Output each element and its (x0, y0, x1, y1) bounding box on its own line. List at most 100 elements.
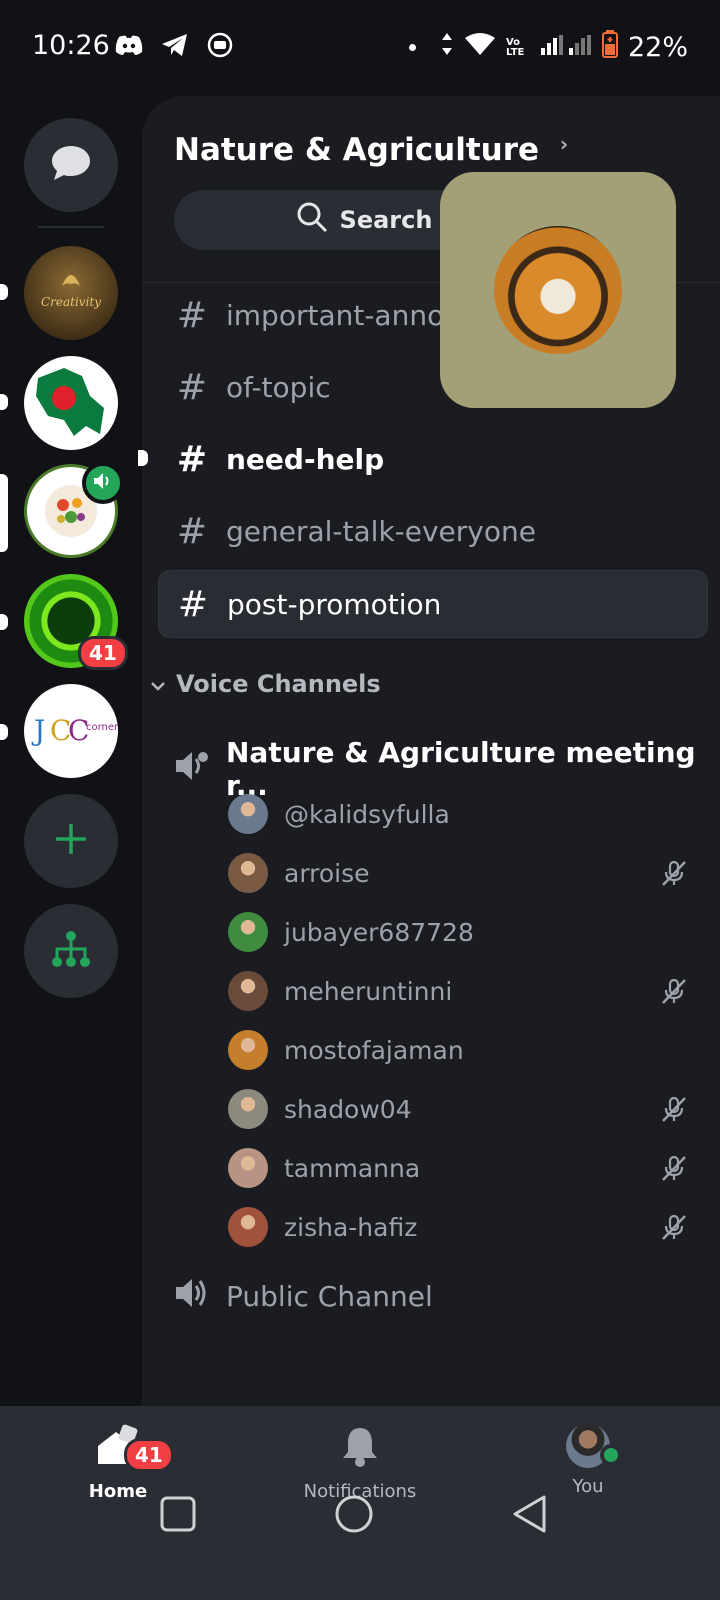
channel-name: important-anno (226, 298, 445, 332)
hash-icon: # (177, 583, 209, 625)
channel-post-promotion[interactable]: # post-promotion (158, 570, 708, 638)
nav-home[interactable]: Home 41 (70, 1424, 174, 1502)
unread-pill (0, 284, 8, 300)
voice-active-badge (82, 462, 124, 504)
rail-divider (38, 226, 104, 228)
member-avatar (228, 1089, 268, 1129)
bell-icon (340, 1428, 380, 1473)
back-triangle-icon[interactable] (510, 1494, 550, 1538)
app-notification-icon (207, 32, 233, 62)
search-label: Search (339, 206, 433, 234)
server-title[interactable]: Nature & Agriculture › (174, 132, 568, 168)
muted-mic-icon (660, 977, 688, 1011)
status-notification-icons (115, 32, 233, 62)
add-server-button[interactable] (24, 794, 118, 888)
channel-name: need-help (226, 442, 385, 476)
voice-category-header[interactable]: Voice Channels (150, 670, 381, 698)
speaker-icon (93, 472, 113, 494)
server-bangladesh[interactable] (24, 356, 118, 450)
muted-mic-icon (660, 1154, 688, 1188)
recents-square-icon[interactable] (160, 1496, 196, 1536)
home-circle-icon[interactable] (334, 1494, 374, 1538)
member-name: arroise (284, 858, 370, 888)
member-avatar (228, 912, 268, 952)
dot-icon (408, 44, 416, 51)
telegram-icon (161, 33, 189, 61)
nav-you-label: You (572, 1476, 604, 1497)
unread-pill (0, 724, 8, 740)
member-avatar (228, 1207, 268, 1247)
voice-member[interactable]: @kalidsyfulla (228, 790, 688, 838)
member-avatar (228, 853, 268, 893)
status-time: 10:26 (32, 30, 110, 61)
pip-avatar (494, 226, 622, 354)
channel-need-help[interactable]: # need-help (174, 426, 384, 492)
battery-percent: 22% (627, 32, 688, 63)
discover-servers-button[interactable] (24, 904, 118, 998)
voice-member[interactable]: jubayer687728 (228, 908, 688, 956)
nav-you[interactable]: You (548, 1424, 628, 1497)
channel-name: post-promotion (227, 587, 442, 621)
member-avatar (228, 971, 268, 1011)
discord-icon (115, 34, 143, 60)
hash-icon: # (176, 510, 208, 552)
category-label: Voice Channels (176, 670, 381, 698)
server-jcc-corner[interactable]: J C Ccorner (24, 684, 118, 778)
voice-member[interactable]: mostofajaman (228, 1026, 688, 1074)
search-icon (296, 201, 328, 239)
direct-messages-button[interactable] (24, 118, 118, 212)
voice-channel-public[interactable]: Public Channel (174, 1276, 433, 1317)
hash-icon: # (176, 294, 208, 336)
member-name: mostofajaman (284, 1035, 464, 1065)
system-navigation-bar (0, 1494, 720, 1566)
chevron-down-icon (150, 670, 166, 698)
voice-member[interactable]: shadow04 (228, 1085, 688, 1133)
svg-text:corner: corner (86, 722, 118, 733)
online-status-icon (600, 1444, 622, 1466)
member-name: meheruntinni (284, 976, 453, 1006)
channel-important-anno[interactable]: # important-anno (174, 282, 444, 348)
chevron-right-icon: › (559, 132, 569, 156)
member-name: tammanna (284, 1153, 421, 1183)
mention-badge: 41 (78, 636, 128, 670)
battery-icon (601, 30, 618, 65)
channel-name: general-talk-everyone (226, 514, 536, 548)
voice-speaker-icon (174, 1276, 210, 1317)
server-creativity[interactable]: Creativity (24, 246, 118, 340)
unread-dot (138, 450, 148, 466)
voice-member[interactable]: tammanna (228, 1144, 688, 1192)
muted-mic-icon (660, 1095, 688, 1129)
channel-general-talk-everyone[interactable]: # general-talk-everyone (174, 498, 536, 564)
voice-member[interactable]: arroise (228, 849, 688, 897)
hash-icon: # (176, 366, 208, 408)
muted-mic-icon (660, 1213, 688, 1247)
channel-name: of-topic (226, 370, 331, 404)
member-avatar (228, 794, 268, 834)
member-name: zisha-hafiz (284, 1212, 418, 1242)
voice-member[interactable]: zisha-hafiz (228, 1203, 688, 1251)
server-rail: Creativity 41 J C Ccorner (0, 96, 142, 1406)
nav-notifications[interactable]: Notifications (290, 1424, 430, 1502)
channel-of-topic[interactable]: # of-topic (174, 354, 331, 420)
volte-label: Vo LTE (505, 36, 525, 58)
hub-tree-icon (51, 929, 91, 973)
bottom-navigation: Home 41 Notifications You (0, 1406, 720, 1600)
bangladesh-map-logo (36, 368, 104, 436)
server-title-text: Nature & Agriculture (174, 132, 540, 168)
voice-member[interactable]: meheruntinni (228, 967, 688, 1015)
svg-text:Creativity: Creativity (41, 295, 101, 309)
status-right-icons: Vo LTE 22% (408, 30, 688, 65)
user-avatar (566, 1424, 622, 1468)
creativity-logo: Creativity (41, 275, 101, 309)
member-name: jubayer687728 (284, 917, 474, 947)
home-badge: 41 (124, 1438, 174, 1472)
status-bar: 10:26 Vo LTE 22% (0, 0, 720, 96)
data-arrows-icon (440, 32, 454, 63)
member-avatar (228, 1148, 268, 1188)
voice-speaker-icon (174, 749, 210, 790)
hash-icon: # (176, 438, 208, 480)
svg-text:J: J (31, 714, 45, 747)
signal-icon (540, 32, 592, 63)
unread-pill (0, 614, 8, 630)
jcc-corner-logo: J CCcorner (31, 714, 118, 747)
